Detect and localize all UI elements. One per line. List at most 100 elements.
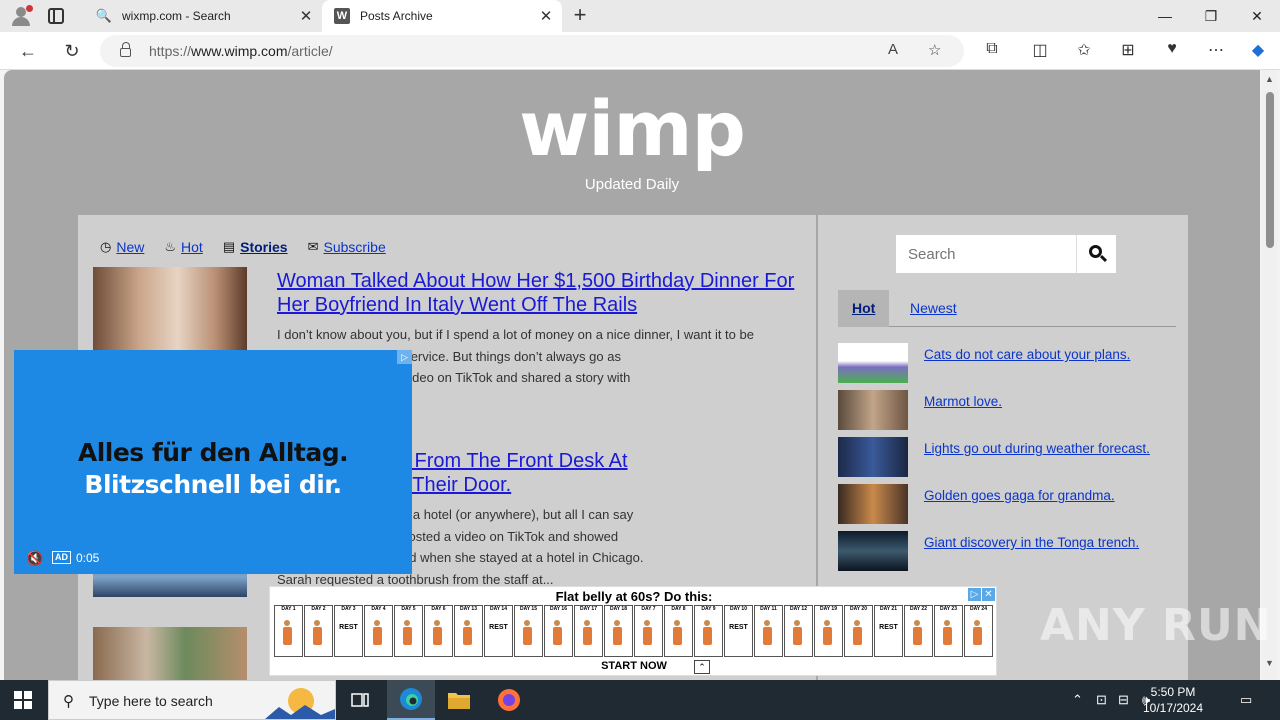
back-button[interactable]: ← <box>14 38 42 64</box>
workout-day-cell: DAY 12 <box>784 605 813 657</box>
tab-actions-icon[interactable] <box>48 8 64 24</box>
video-thumbnail[interactable] <box>838 390 908 430</box>
profile-avatar-icon[interactable] <box>8 4 34 28</box>
exercise-figure-icon <box>584 620 590 626</box>
scroll-up-icon[interactable]: ▲ <box>1265 74 1274 84</box>
collections-icon[interactable]: ⊞ <box>1116 40 1140 62</box>
restore-button[interactable]: ❐ <box>1188 0 1234 32</box>
lock-icon[interactable] <box>120 42 131 57</box>
tab-search[interactable]: 🔍 wixmp.com - Search ✕ <box>84 0 322 32</box>
meet-now-icon[interactable]: ⊡ <box>1096 692 1107 708</box>
tab-title: wixmp.com - Search <box>122 9 231 23</box>
list-item-link[interactable]: Marmot love. <box>924 394 1002 409</box>
video-thumbnail[interactable] <box>838 531 908 571</box>
exercise-figure-icon <box>974 620 980 626</box>
newspaper-icon: ▤ <box>222 239 236 254</box>
list-item-link[interactable]: Lights go out during weather forecast. <box>924 441 1150 456</box>
tab-newest[interactable]: Newest <box>896 290 971 327</box>
url-text[interactable]: https://www.wimp.com/article/ <box>149 43 333 59</box>
split-screen-icon[interactable]: ◫ <box>1028 40 1052 62</box>
taskbar-search[interactable]: ⚲ Type here to search <box>48 680 336 720</box>
system-clock[interactable]: 5:50 PM 10/17/2024 <box>1136 684 1210 716</box>
extensions-icon[interactable]: ⧉ <box>980 40 1004 62</box>
ad-choices-icon[interactable]: ▷ <box>397 350 412 364</box>
list-item-link[interactable]: Giant discovery in the Tonga trench. <box>924 535 1139 550</box>
workout-day-label: DAY 6 <box>431 606 446 612</box>
copilot-icon[interactable]: ◆ <box>1246 40 1270 62</box>
workout-day-label: DAY 19 <box>820 606 837 612</box>
more-menu-icon[interactable]: ⋯ <box>1204 40 1228 62</box>
workout-day-cell: DAY 24 <box>964 605 993 657</box>
exercise-figure-icon <box>914 620 920 626</box>
windows-start-icon[interactable] <box>14 691 32 709</box>
close-tab-icon[interactable]: ✕ <box>296 7 316 25</box>
workout-day-label: DAY 15 <box>520 606 537 612</box>
tab-strip: 🔍 wixmp.com - Search ✕ W Posts Archive ✕… <box>0 0 1280 32</box>
rest-label: REST <box>339 624 358 631</box>
favorite-star-icon[interactable]: ☆ <box>928 41 941 59</box>
video-ad[interactable]: ▷ Alles für den Alltag. Blitzschnell bei… <box>14 350 412 574</box>
search-icon: ⚲ <box>63 693 74 710</box>
workout-day-label: DAY 22 <box>910 606 927 612</box>
tab-posts-archive[interactable]: W Posts Archive ✕ <box>322 0 562 32</box>
performance-icon[interactable]: ♥ <box>1160 40 1184 62</box>
site-logo[interactable]: wimp <box>4 84 1260 173</box>
task-view-icon[interactable] <box>336 680 384 720</box>
file-explorer-icon[interactable] <box>435 680 483 720</box>
tab-title: Posts Archive <box>360 9 433 23</box>
search-button[interactable] <box>1076 235 1116 273</box>
filter-subscribe[interactable]: ✉ Subscribe <box>308 239 386 255</box>
exercise-figure-icon <box>703 627 712 645</box>
minimize-button[interactable]: — <box>1142 0 1188 32</box>
workout-day-cell: DAY 9 <box>694 605 723 657</box>
network-icon[interactable]: ⊟ <box>1118 692 1129 708</box>
notifications-icon[interactable]: ▭ <box>1240 692 1252 708</box>
close-window-button[interactable]: ✕ <box>1234 0 1280 32</box>
article-title[interactable]: Woman Talked About How Her $1,500 Birthd… <box>277 269 807 317</box>
page-scrollbar[interactable]: ▲ ▼ <box>1262 70 1278 680</box>
banner-ad[interactable]: Flat belly at 60s? Do this: ▷ ✕ DAY 1 DAY… <box>269 586 997 676</box>
workout-day-cell: DAY 10 REST <box>724 605 753 657</box>
edge-taskbar-icon[interactable] <box>387 680 435 720</box>
filter-stories[interactable]: ▤ Stories <box>223 239 288 255</box>
firefox-icon[interactable] <box>485 680 533 720</box>
tab-hot[interactable]: Hot <box>838 290 890 327</box>
scroll-down-icon[interactable]: ▼ <box>1265 658 1274 668</box>
filter-hot-link[interactable]: Hot <box>181 239 203 255</box>
start-now-button[interactable]: START NOW <box>270 660 998 672</box>
filter-stories-link[interactable]: Stories <box>240 239 287 255</box>
collapse-ad-icon[interactable]: ⌃ <box>694 660 710 674</box>
ad-choices-icon[interactable]: ▷ <box>968 588 981 601</box>
video-thumbnail[interactable] <box>838 343 908 383</box>
article-thumbnail[interactable] <box>93 627 247 680</box>
exercise-figure-icon <box>794 620 800 626</box>
workout-day-label: DAY 14 <box>490 606 507 612</box>
exercise-figure-icon <box>583 627 592 645</box>
filter-hot[interactable]: ♨ Hot <box>164 239 202 255</box>
filter-new-link[interactable]: New <box>116 239 144 255</box>
video-thumbnail[interactable] <box>838 484 908 524</box>
workout-day-cell: DAY 14 REST <box>484 605 513 657</box>
favorites-icon[interactable]: ✩ <box>1072 40 1096 62</box>
list-item-link[interactable]: Golden goes gaga for grandma. <box>924 488 1115 503</box>
reload-button[interactable]: ↻ <box>58 38 86 64</box>
read-aloud-icon[interactable]: A <box>888 41 898 58</box>
exercise-figure-icon <box>313 627 322 645</box>
ad-headline: Alles für den Alltag. <box>77 438 349 467</box>
list-item-link[interactable]: Cats do not care about your plans. <box>924 347 1130 362</box>
address-bar[interactable]: https://www.wimp.com/article/ A ☆ <box>100 35 964 67</box>
filter-new[interactable]: ◷ New <box>100 239 144 255</box>
exercise-figure-icon <box>554 620 560 626</box>
workout-day-label: DAY 7 <box>641 606 656 612</box>
new-tab-button[interactable]: + <box>568 3 592 29</box>
show-hidden-icons[interactable]: ⌃ <box>1072 692 1083 708</box>
video-thumbnail[interactable] <box>838 437 908 477</box>
close-tab-icon[interactable]: ✕ <box>536 7 556 25</box>
mute-icon[interactable]: 🔇 <box>26 550 43 567</box>
search-input[interactable] <box>896 235 1076 273</box>
close-ad-icon[interactable]: ✕ <box>982 588 995 601</box>
w-logo-icon: W <box>334 8 350 24</box>
scrollbar-thumb[interactable] <box>1266 92 1274 248</box>
workout-day-label: DAY 2 <box>311 606 326 612</box>
filter-subscribe-link[interactable]: Subscribe <box>323 239 385 255</box>
